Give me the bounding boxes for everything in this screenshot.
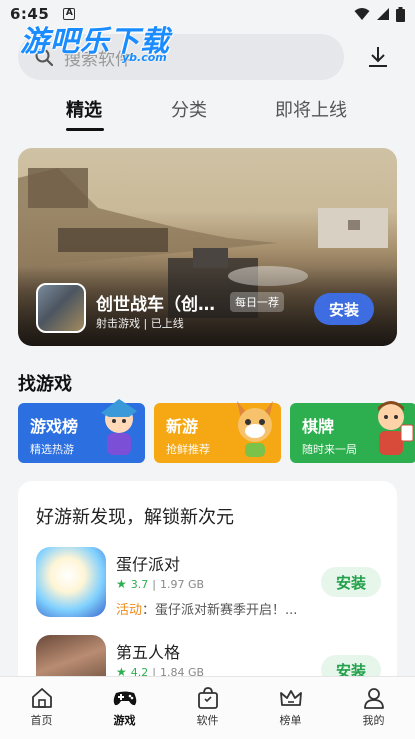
tab-coming-soon[interactable]: 即将上线 [275, 96, 347, 122]
game-name: 第五人格 [116, 643, 181, 662]
nav-label: 软件 [196, 714, 219, 727]
signal-icon [377, 8, 389, 20]
nav-rankings[interactable]: 榜单 [249, 677, 332, 739]
chess-mascot-icon [378, 401, 414, 455]
find-games-title: 找游戏 [18, 374, 72, 395]
banner-game-icon [36, 283, 86, 333]
bottom-nav: 首页 游戏 软件 榜单 我的 [0, 676, 415, 739]
meta-divider: | [152, 577, 156, 591]
nav-software[interactable]: 软件 [166, 677, 249, 739]
banner-install-button[interactable]: 安装 [314, 293, 374, 325]
list-item[interactable]: 蛋仔派对 ★ 3.7 | 1.97 GB 活动：蛋仔派对新赛季开启！... 安装 [36, 547, 381, 627]
bag-icon [197, 687, 218, 709]
nav-label: 榜单 [279, 714, 302, 727]
game-size: 1.97 GB [159, 577, 205, 591]
tab-categories[interactable]: 分类 [171, 96, 207, 122]
tab-featured[interactable]: 精选 [66, 96, 102, 122]
watermark-sub: yb.com [122, 51, 167, 64]
activity-tag: 活动 [116, 603, 143, 618]
game-meta: ★ 3.7 | 1.97 GB [116, 577, 204, 591]
download-button[interactable] [358, 37, 398, 77]
nav-games[interactable]: 游戏 [83, 677, 166, 739]
activity-text: ：蛋仔派对新赛季开启！... [142, 603, 298, 618]
game-rating: 3.7 [130, 577, 149, 591]
download-icon [369, 47, 387, 67]
top-tabs: 精选 分类 即将上线 [0, 92, 415, 136]
category-card-ranking[interactable]: 游戏榜 精选热游 [18, 399, 145, 463]
banner-game-subtitle: 射击游戏 | 已上线 [96, 317, 184, 330]
nav-label: 首页 [30, 714, 53, 727]
banner-game-title: 创世战车（创世战车） [96, 295, 226, 315]
eggy-party-icon [36, 547, 106, 617]
nav-profile[interactable]: 我的 [332, 677, 415, 739]
featured-banner[interactable]: 创世战车（创世战车） 每日一荐 射击游戏 | 已上线 安装 [18, 148, 397, 346]
category-card-new[interactable]: 新游 抢鲜推荐 [154, 401, 281, 463]
tab-indicator [66, 128, 104, 131]
home-icon [31, 688, 52, 708]
ranking-mascot-icon [101, 399, 137, 455]
game-activity: 活动：蛋仔派对新赛季开启！... [116, 599, 297, 618]
discover-title: 好游新发现，解锁新次元 [36, 507, 234, 528]
person-icon [363, 688, 384, 709]
install-button[interactable]: 安装 [321, 567, 381, 597]
battery-icon [396, 6, 405, 22]
star-icon: ★ [116, 577, 127, 591]
nav-home[interactable]: 首页 [0, 677, 83, 739]
status-icons [354, 6, 405, 22]
banner-daily-badge: 每日一荐 [230, 292, 284, 312]
new-mascot-icon [237, 401, 273, 457]
gamepad-icon [113, 691, 136, 706]
nav-label: 游戏 [113, 714, 136, 727]
game-name: 蛋仔派对 [116, 555, 181, 574]
nav-label: 我的 [362, 714, 385, 727]
crown-icon [279, 690, 302, 706]
wifi-icon [354, 8, 370, 20]
category-card-chess[interactable]: 棋牌 随时来一局 [290, 401, 415, 463]
